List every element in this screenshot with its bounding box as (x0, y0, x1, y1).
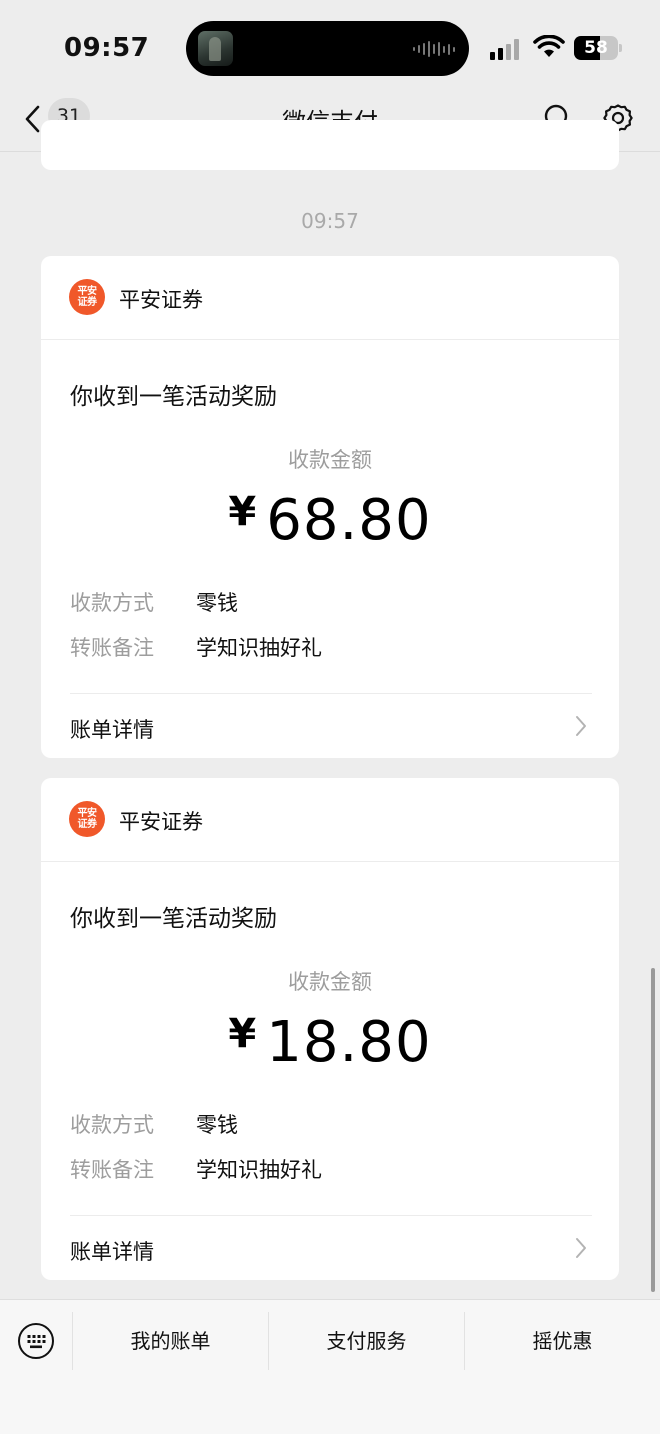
pingan-securities-logo: 平安 证券 (69, 279, 105, 315)
battery-nub (619, 44, 622, 52)
logo-text-line1: 平安 (77, 808, 98, 819)
currency-symbol: ¥ (228, 489, 257, 535)
row-key: 转账备注 (70, 1158, 154, 1182)
chevron-right-icon (576, 1238, 586, 1258)
card-header[interactable]: 平安 证券 平安证券 (41, 778, 619, 862)
menu-payment-services[interactable]: 支付服务 (269, 1312, 464, 1370)
battery-percent: 58 (584, 38, 608, 58)
row-value: 零钱 (196, 591, 238, 615)
bill-details-link[interactable]: 账单详情 (41, 1216, 619, 1280)
card-headline: 你收到一笔活动奖励 (70, 906, 277, 932)
payment-notification-card[interactable]: 平安 证券 平安证券 你收到一笔活动奖励 收款金额 ¥18.80 收款方式 零钱… (41, 778, 619, 1280)
amount-display: ¥18.80 (41, 1010, 619, 1075)
scroll-indicator[interactable] (651, 968, 655, 1292)
amount-value: 18.80 (266, 1010, 432, 1075)
bill-details-label: 账单详情 (70, 1240, 154, 1264)
status-time: 09:57 (64, 33, 150, 63)
bill-details-link[interactable]: 账单详情 (41, 694, 619, 758)
row-key: 转账备注 (70, 636, 154, 660)
card-header[interactable]: 平安 证券 平安证券 (41, 256, 619, 340)
amount-display: ¥68.80 (41, 488, 619, 553)
keyboard-icon[interactable] (17, 1322, 55, 1360)
now-playing-artwork (198, 31, 233, 66)
amount-label: 收款金额 (288, 448, 372, 472)
logo-text-line2: 证券 (77, 297, 98, 308)
sender-name: 平安证券 (119, 810, 203, 834)
bottom-menu-bar: 我的账单 支付服务 摇优惠 (0, 1299, 660, 1434)
bill-details-label: 账单详情 (70, 718, 154, 742)
amount-label: 收款金额 (288, 970, 372, 994)
amount-value: 68.80 (266, 488, 432, 553)
card-headline: 你收到一笔活动奖励 (70, 384, 277, 410)
chevron-right-icon (576, 716, 586, 736)
cellular-signal-icon (490, 38, 519, 60)
previous-message-card[interactable] (41, 120, 619, 170)
currency-symbol: ¥ (228, 1011, 257, 1057)
menu-shake-offers[interactable]: 摇优惠 (465, 1312, 660, 1370)
row-key: 收款方式 (70, 1113, 154, 1137)
row-value: 学知识抽好礼 (196, 1158, 322, 1182)
row-key: 收款方式 (70, 591, 154, 615)
logo-text-line1: 平安 (77, 286, 98, 297)
payment-notification-card[interactable]: 平安 证券 平安证券 你收到一笔活动奖励 收款金额 ¥68.80 收款方式 零钱… (41, 256, 619, 758)
row-value: 学知识抽好礼 (196, 636, 322, 660)
logo-text-line2: 证券 (77, 819, 98, 830)
audio-waveform-icon (413, 41, 455, 57)
pingan-securities-logo: 平安 证券 (69, 801, 105, 837)
wifi-icon (533, 35, 565, 57)
message-timestamp: 09:57 (301, 209, 359, 233)
sender-name: 平安证券 (119, 288, 203, 312)
battery-icon: 58 (574, 36, 618, 60)
row-value: 零钱 (196, 1113, 238, 1137)
dynamic-island[interactable] (186, 21, 469, 76)
menu-my-bills[interactable]: 我的账单 (73, 1312, 268, 1370)
status-bar: 09:57 58 (0, 0, 660, 96)
